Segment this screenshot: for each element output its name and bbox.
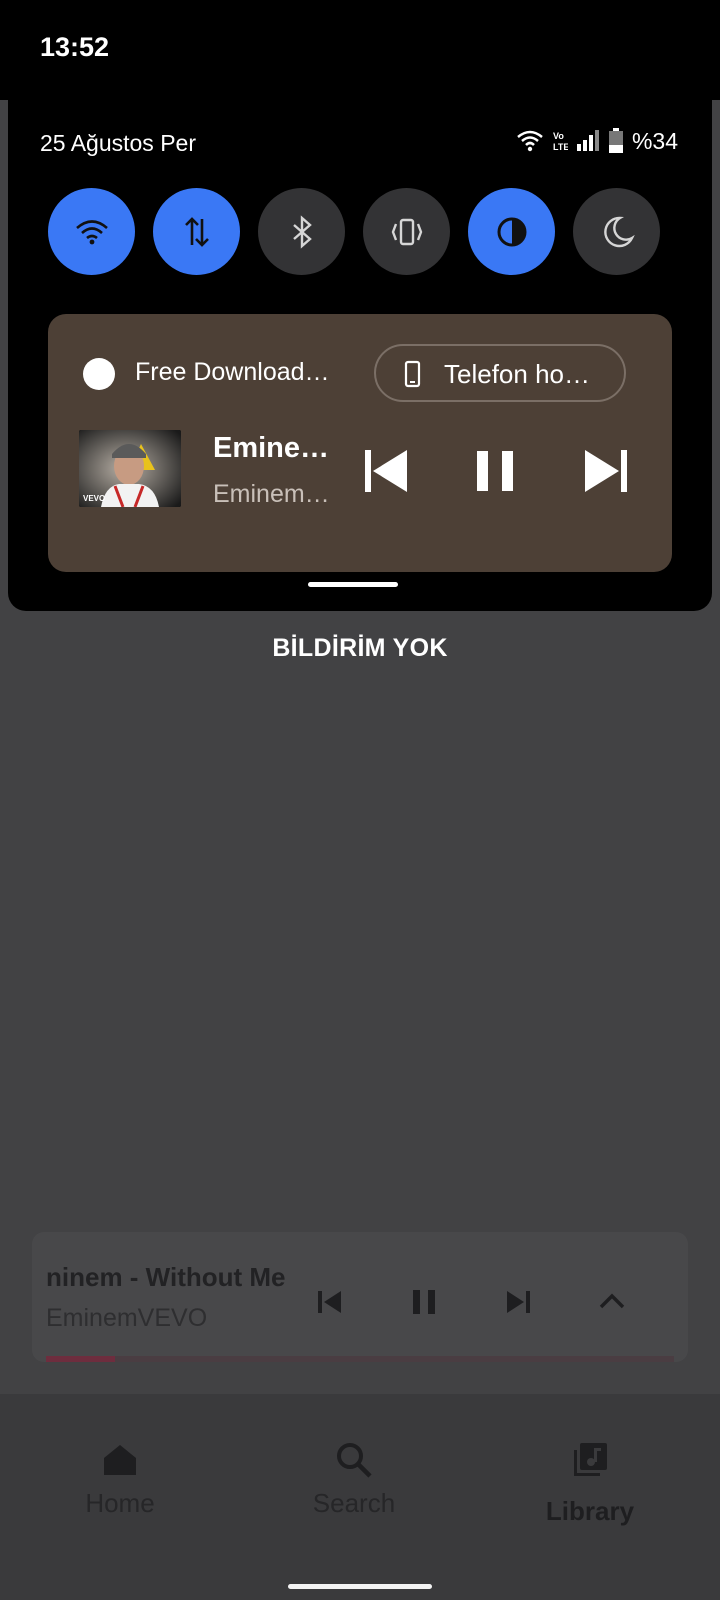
chevron-up-icon[interactable] <box>592 1282 632 1322</box>
quick-settings-tiles <box>48 188 670 276</box>
data-arrows-icon <box>176 211 218 253</box>
volte-icon: Vo LTE <box>552 129 568 153</box>
nav-label-library: Library <box>545 1496 635 1526</box>
tile-wifi[interactable] <box>48 188 135 275</box>
tile-mobile-data[interactable] <box>153 188 240 275</box>
mini-player-title: ninem - Without Me <box>46 1262 286 1292</box>
media-app-name: Free Download… <box>135 358 330 386</box>
media-notification[interactable]: Free Download… Telefon ho… VEVO Emine… E… <box>48 314 672 572</box>
search-icon <box>334 1440 374 1480</box>
nav-label-search: Search <box>312 1488 396 1518</box>
mini-player-artist: EminemVEVO <box>46 1304 208 1332</box>
track-artist: Eminem… <box>213 480 330 508</box>
clock: 13:52 <box>40 32 110 62</box>
bluetooth-icon <box>281 211 323 253</box>
skip-previous-icon <box>361 446 411 496</box>
quick-settings-panel: 25 Ağustos Per Vo LTE %34 Free Download…… <box>8 96 712 611</box>
nav-item-library[interactable]: Library <box>470 1394 710 1554</box>
nav-item-search[interactable]: Search <box>234 1394 474 1554</box>
battery-percent: %34 <box>631 127 678 154</box>
nav-item-home[interactable]: Home <box>0 1394 240 1554</box>
svg-text:Vo: Vo <box>553 131 564 141</box>
wifi-icon <box>516 129 544 153</box>
date-label[interactable]: 25 Ağustos Per <box>40 130 196 157</box>
progress-bar[interactable] <box>46 1356 674 1362</box>
wifi-icon <box>71 211 113 253</box>
home-icon <box>100 1440 140 1480</box>
app-icon <box>83 358 115 390</box>
album-art[interactable]: VEVO <box>79 430 181 507</box>
track-title: Emine… <box>213 432 330 464</box>
skip-next-icon <box>581 446 631 496</box>
home-indicator[interactable] <box>288 1584 432 1589</box>
tile-night-light[interactable] <box>573 188 660 275</box>
status-bar: 13:52 <box>0 0 720 100</box>
skip-next-icon[interactable] <box>498 1282 538 1322</box>
no-notifications-label: BİLDİRİM YOK <box>272 634 448 662</box>
progress-fill <box>46 1356 116 1362</box>
pause-icon[interactable] <box>404 1282 444 1322</box>
svg-text:LTE: LTE <box>553 142 568 152</box>
mini-player[interactable]: ninem - Without Me EminemVEVO <box>32 1232 688 1362</box>
album-art-label: VEVO <box>83 494 105 503</box>
pause-button[interactable] <box>470 446 520 496</box>
pause-icon <box>470 446 520 496</box>
library-music-icon <box>570 1440 610 1480</box>
shade-drag-handle[interactable] <box>308 582 398 587</box>
skip-previous-icon[interactable] <box>310 1282 350 1322</box>
tile-dark-mode[interactable] <box>468 188 555 275</box>
output-device-label: Telefon ho… <box>444 359 590 389</box>
vibrate-icon <box>386 211 428 253</box>
system-icons: Vo LTE %34 <box>516 126 678 156</box>
bottom-navigation: Home Search Library <box>0 1394 720 1600</box>
tile-bluetooth[interactable] <box>258 188 345 275</box>
battery-icon <box>608 128 624 154</box>
signal-icon <box>576 129 600 153</box>
nav-label-home: Home <box>85 1488 155 1518</box>
skip-previous-button[interactable] <box>361 446 411 496</box>
contrast-icon <box>491 211 533 253</box>
phone-icon <box>398 360 426 388</box>
moon-icon <box>596 211 638 253</box>
tile-vibrate[interactable] <box>363 188 450 275</box>
skip-next-button[interactable] <box>581 446 631 496</box>
output-device-button[interactable]: Telefon ho… <box>374 344 626 402</box>
